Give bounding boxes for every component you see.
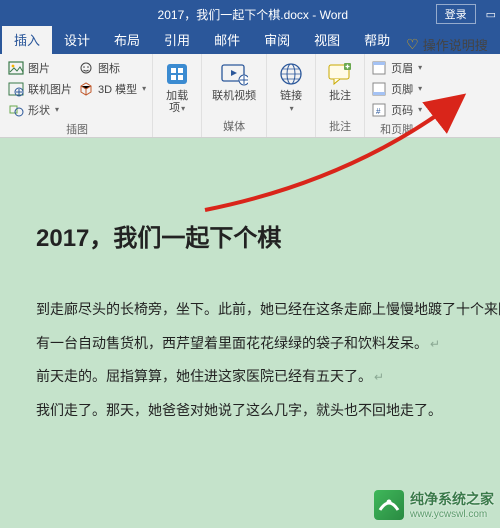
header-label: 页眉 xyxy=(391,60,413,76)
paragraph: 我们走了。那天，她爸爸对她说了这么几字，就头也不回地走了。 xyxy=(36,394,480,428)
insert-shapes-button[interactable]: 形状▾ xyxy=(8,100,72,119)
picture-label: 图片 xyxy=(28,60,50,76)
model3d-label: 3D 模型 xyxy=(98,81,137,97)
page-number-button[interactable]: # 页码▾ xyxy=(371,100,422,119)
footer-icon xyxy=(371,81,387,97)
tab-review[interactable]: 审阅 xyxy=(252,26,302,54)
tab-insert[interactable]: 插入 xyxy=(2,26,52,54)
watermark-logo-icon xyxy=(374,490,404,520)
paragraph: 前天走的。屈指算算，她住进这家医院已经有五天了。↵ xyxy=(36,360,480,394)
watermark: 纯净系统之家 www.ycwswl.com xyxy=(374,489,494,520)
svg-text:#: # xyxy=(376,107,381,116)
paragraph: 到走廊尽头的长椅旁，坐下。此前，她已经在这条走廊上慢慢地踱了十个来回。↵ xyxy=(36,293,480,327)
online-video-icon xyxy=(220,60,248,88)
tell-me-search[interactable]: ♡ 操作说明搜 xyxy=(402,35,492,54)
shapes-label: 形状 xyxy=(28,102,50,118)
tab-references[interactable]: 引用 xyxy=(152,26,202,54)
watermark-brand: 纯净系统之家 xyxy=(410,489,494,509)
document-page: 2017，我们一起下个棋 到走廊尽头的长椅旁，坐下。此前，她已经在这条走廊上慢慢… xyxy=(0,178,500,447)
header-footer-group-label: 和页脚 xyxy=(371,119,422,140)
links-button[interactable]: 链接▾ xyxy=(273,58,309,116)
tab-view[interactable]: 视图 xyxy=(302,26,352,54)
window-options-icon[interactable]: ▭ xyxy=(486,8,496,21)
online-picture-icon xyxy=(8,81,24,97)
link-icon xyxy=(277,60,305,88)
addins-icon xyxy=(163,60,191,88)
comments-group-label: 批注 xyxy=(322,116,358,137)
login-button[interactable]: 登录 xyxy=(436,4,476,24)
header-icon xyxy=(371,60,387,76)
header-button[interactable]: 页眉▾ xyxy=(371,58,422,77)
title-bar: 2017，我们一起下个棋.docx - Word 登录 ▭ xyxy=(0,0,500,28)
insert-picture-button[interactable]: 图片 xyxy=(8,58,72,77)
addins-label: 加载项▾ xyxy=(166,90,188,114)
lightbulb-icon: ♡ xyxy=(406,36,419,53)
document-area[interactable]: 2017，我们一起下个棋 到走廊尽头的长椅旁，坐下。此前，她已经在这条走廊上慢慢… xyxy=(0,138,500,528)
icons-label: 图标 xyxy=(98,60,120,76)
footer-label: 页脚 xyxy=(391,81,413,97)
ribbon: 图片 联机图片 形状▾ xyxy=(0,54,500,138)
footer-button[interactable]: 页脚▾ xyxy=(371,79,422,98)
comment-icon xyxy=(326,60,354,88)
document-heading: 2017，我们一起下个棋 xyxy=(36,218,281,253)
media-group-label: 媒体 xyxy=(208,116,260,137)
page-number-label: 页码 xyxy=(391,102,413,118)
links-label: 链接▾ xyxy=(280,90,302,114)
addins-button[interactable]: 加载项▾ xyxy=(159,58,195,116)
insert-icons-button[interactable]: 图标 xyxy=(78,58,146,77)
online-video-button[interactable]: 联机视频 xyxy=(208,58,260,104)
picture-icon xyxy=(8,60,24,76)
tab-layout[interactable]: 布局 xyxy=(102,26,152,54)
watermark-url: www.ycwswl.com xyxy=(410,509,494,520)
page-number-icon: # xyxy=(371,102,387,118)
window-title: 2017，我们一起下个棋.docx - Word xyxy=(70,6,436,23)
insert-online-picture-button[interactable]: 联机图片 xyxy=(8,79,72,98)
insert-3d-model-button[interactable]: 3D 模型▾ xyxy=(78,79,146,98)
tab-design[interactable]: 设计 xyxy=(52,26,102,54)
online-video-label: 联机视频 xyxy=(212,90,256,102)
shapes-icon xyxy=(8,102,24,118)
online-picture-label: 联机图片 xyxy=(28,81,72,97)
tell-me-label: 操作说明搜 xyxy=(423,35,488,54)
illustrations-group-label: 插图 xyxy=(8,119,146,140)
cube-3d-icon xyxy=(78,81,94,97)
tab-mailings[interactable]: 邮件 xyxy=(202,26,252,54)
comment-label: 批注 xyxy=(329,90,351,102)
paragraph: 有一台自动售货机，西芹望着里面花花绿绿的袋子和饮料发呆。↵ xyxy=(36,327,480,361)
tab-help[interactable]: 帮助 xyxy=(352,26,402,54)
ribbon-tabs: 插入 设计 布局 引用 邮件 审阅 视图 帮助 ♡ 操作说明搜 xyxy=(0,28,500,54)
icons-icon xyxy=(78,60,94,76)
comment-button[interactable]: 批注 xyxy=(322,58,358,104)
